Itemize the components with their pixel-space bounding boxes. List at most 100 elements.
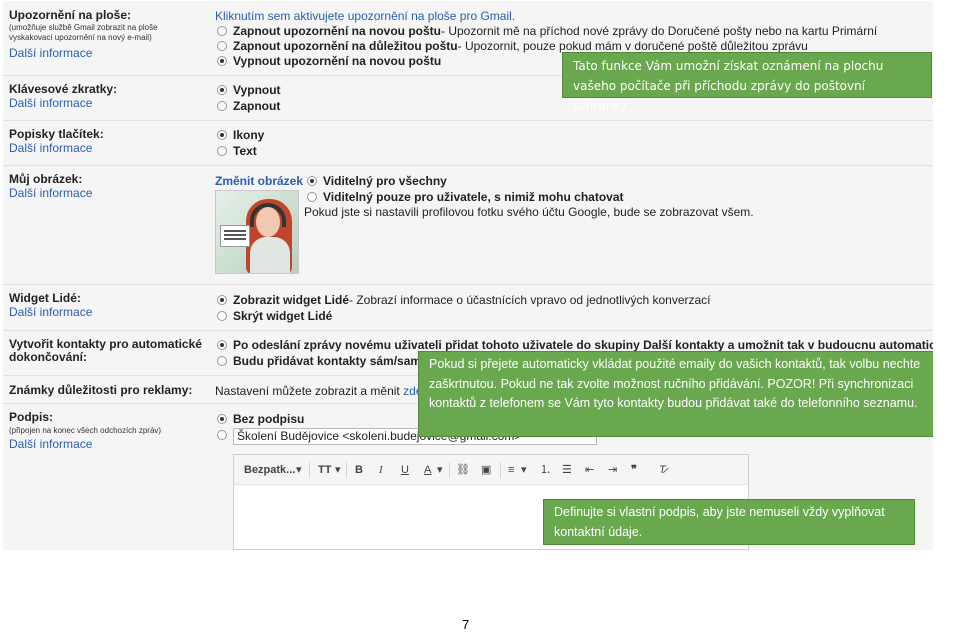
radio-button-selected[interactable] [217, 414, 227, 424]
radio-manual-contacts[interactable]: Budu přidávat kontakty sám/sama [217, 354, 428, 368]
option-label: Text [233, 144, 257, 158]
radio-custom-signature[interactable] [217, 430, 233, 440]
radio-button[interactable] [217, 41, 227, 51]
signature-note: (připojen na konec všech odchozích zpráv… [9, 426, 162, 435]
font-family-select[interactable]: Bezpatk... [244, 463, 295, 477]
text-color-icon[interactable]: A [424, 463, 431, 477]
radio-hide-people-widget[interactable]: Skrýt widget Lidé [217, 309, 332, 323]
radio-button-selected[interactable] [217, 85, 227, 95]
photo-body [250, 237, 290, 273]
option-label: Bez podpisu [233, 412, 305, 426]
toolbar-separator [500, 462, 501, 478]
my-picture-label: Můj obrázek: [9, 172, 83, 186]
button-labels-more-link[interactable]: Další informace [9, 142, 92, 155]
align-icon[interactable]: ≡ [508, 463, 514, 477]
option-label: Budu přidávat kontakty sám/sama [233, 354, 428, 368]
callout-auto-contacts: Pokud si přejete automaticky vkládat pou… [418, 351, 933, 437]
radio-text[interactable]: Text [217, 144, 257, 158]
chevron-down-icon: ▾ [437, 464, 443, 476]
radio-button[interactable] [217, 356, 227, 366]
toolbar-separator [449, 462, 450, 478]
radio-show-people-widget[interactable]: Zobrazit widget Lidé - Zobrazí informace… [217, 293, 711, 307]
callout-desktop-notifications: Tato funkce Vám umožní získat oznámení n… [562, 52, 932, 113]
shortcuts-label: Klávesové zkratky: [9, 82, 118, 96]
remove-formatting-icon[interactable]: T̷ [659, 463, 666, 477]
radio-important-mail-on[interactable]: Zapnout upozornění na důležitou poštu - … [217, 39, 808, 53]
toolbar-separator [309, 462, 310, 478]
radio-button[interactable] [217, 101, 227, 111]
option-label: Viditelný pouze pro uživatele, s nimiž m… [323, 190, 624, 204]
divider [3, 284, 933, 285]
option-bold-text: Vypnout upozornění na novou poštu [233, 54, 442, 68]
divider [3, 165, 933, 166]
profile-picture[interactable] [215, 190, 299, 274]
auto-contacts-label-line2: dokončování: [9, 350, 88, 364]
chevron-down-icon: ▾ [296, 464, 302, 476]
my-picture-more-link[interactable]: Další informace [9, 187, 92, 200]
people-widget-more-link[interactable]: Další informace [9, 306, 92, 319]
radio-auto-add-contacts[interactable]: Po odeslání zprávy novému uživateli přid… [217, 338, 933, 352]
divider [3, 330, 933, 331]
radio-new-mail-on[interactable]: Zapnout upozornění na novou poštu - Upoz… [217, 24, 877, 38]
book-icon [220, 225, 250, 247]
ads-importance-description: Nastavení můžete zobrazit a měnit [215, 384, 404, 398]
notifications-more-link[interactable]: Další informace [9, 47, 92, 60]
option-label: Viditelný pro všechny [323, 174, 447, 188]
option-bold-text: Skrýt widget Lidé [233, 309, 333, 323]
radio-button[interactable] [217, 146, 227, 156]
radio-button-selected[interactable] [217, 295, 227, 305]
font-size-icon[interactable]: TT [318, 463, 331, 477]
ads-importance-text: Nastavení můžete zobrazit a měnit zde. [215, 384, 426, 398]
shortcuts-more-link[interactable]: Další informace [9, 97, 92, 110]
bold-icon[interactable]: B [355, 463, 363, 477]
divider [3, 120, 933, 121]
radio-button-selected[interactable] [217, 130, 227, 140]
image-icon[interactable]: ▣ [481, 463, 491, 477]
option-bold-text: Zapnout upozornění na důležitou poštu [233, 39, 458, 53]
radio-no-signature[interactable]: Bez podpisu [217, 412, 304, 426]
radio-visible-everyone[interactable]: Viditelný pro všechny [307, 174, 447, 188]
notifications-note: (umožňuje službě Gmail zobrazit na ploše… [9, 23, 158, 42]
option-bold-text: Zapnout upozornění na novou poštu [233, 24, 441, 38]
indent-more-icon[interactable]: ⇥ [608, 463, 617, 477]
ads-importance-label: Známky důležitosti pro reklamy: [9, 383, 193, 397]
activate-desktop-notifications-link[interactable]: Kliknutím sem aktivujete upozornění na p… [215, 9, 515, 23]
option-description: - Zobrazí informace o účastnících vpravo… [349, 293, 711, 307]
option-description: - Upozornit mě na příchod nové zprávy do… [440, 24, 878, 38]
page-number: 7 [462, 617, 470, 632]
radio-button[interactable] [307, 192, 317, 202]
option-label: Po odeslání zprávy novému uživateli přid… [233, 338, 933, 352]
chevron-down-icon: ▾ [335, 464, 341, 476]
radio-shortcuts-on[interactable]: Zapnout [217, 99, 280, 113]
underline-icon[interactable]: U [401, 463, 409, 477]
bulleted-list-icon[interactable]: ☰ [562, 463, 572, 477]
option-description: - Upozornit, pouze pokud mám v doručené … [457, 39, 808, 53]
radio-notifications-off[interactable]: Vypnout upozornění na novou poštu [217, 54, 441, 68]
radio-visible-chat-only[interactable]: Viditelný pouze pro uživatele, s nimiž m… [307, 190, 624, 204]
radio-button-selected[interactable] [217, 340, 227, 350]
button-labels-label: Popisky tlačítek: [9, 127, 104, 141]
chevron-down-icon: ▾ [521, 464, 527, 476]
notifications-label: Upozornění na ploše: [9, 8, 132, 22]
option-bold-text: Zobrazit widget Lidé [233, 293, 349, 307]
editor-toolbar: Bezpatk... ▾ TT ▾ B I U A ▾ ⛓ ▣ ≡ ▾ ⒈ ☰ … [234, 455, 748, 485]
radio-button[interactable] [217, 430, 227, 440]
option-label: Zapnout [233, 99, 281, 113]
radio-button-selected[interactable] [217, 56, 227, 66]
option-label: Vypnout [233, 83, 281, 97]
radio-shortcuts-off[interactable]: Vypnout [217, 83, 281, 97]
change-picture-link[interactable]: Změnit obrázek [215, 174, 303, 188]
link-icon[interactable]: ⛓ [456, 463, 470, 477]
radio-button-selected[interactable] [307, 176, 317, 186]
toolbar-separator [346, 462, 347, 478]
quote-icon[interactable]: ❞ [631, 463, 637, 477]
gmail-general-settings: Upozornění na ploše: (umožňuje službě Gm… [3, 1, 933, 550]
italic-icon[interactable]: I [379, 463, 383, 477]
indent-less-icon[interactable]: ⇤ [585, 463, 594, 477]
radio-icons[interactable]: Ikony [217, 128, 264, 142]
numbered-list-icon[interactable]: ⒈ [540, 463, 551, 477]
radio-button[interactable] [217, 26, 227, 36]
option-label: Ikony [233, 128, 265, 142]
radio-button[interactable] [217, 311, 227, 321]
signature-more-link[interactable]: Další informace [9, 438, 92, 451]
